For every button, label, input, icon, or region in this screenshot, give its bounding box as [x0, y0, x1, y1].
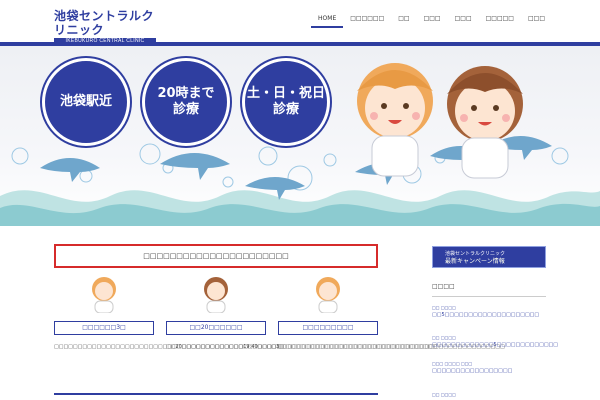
nurse-icon: [316, 277, 340, 314]
news-divider: [432, 296, 546, 297]
nav-item-2[interactable]: □□□□□□: [343, 12, 391, 28]
news-link[interactable]: □□5□□□□□□□□□□□□□□□□□□□□: [432, 311, 550, 319]
nurse-left-illustration: [357, 63, 433, 177]
nurse-icon: [92, 277, 116, 314]
feature-card: □□20□□□□□□ □□20□□□□□□□□□□□□□19:40□□□□□□□…: [166, 275, 438, 352]
feature-title[interactable]: □□□□□□3□: [54, 321, 154, 335]
hero-banner: 池袋駅近 20時まで 診療 土・日・祝日 診療: [0, 46, 600, 226]
campaign-title: 最新キャンペーン情報: [445, 258, 505, 265]
news-item: □□□ □□□□ □□□ □□□□□□□□□□□□□□□□□: [432, 361, 550, 375]
news-date: □□ □□□□: [432, 392, 456, 397]
circle-hours-line2: 診療: [172, 102, 199, 117]
feature-card: □□□□□□3□ □□□□□□□□□□□□□□□□□□□□□□□□□□□□□□□…: [54, 275, 284, 352]
nav-item-7[interactable]: □□□: [521, 12, 552, 28]
nurse-right-illustration: [447, 66, 523, 179]
campaign-clinic-name: 池袋セントラルクリニック: [445, 251, 506, 257]
circle-hours-line1: 20時まで: [157, 86, 215, 101]
site-header: 池袋セントラルクリニック IKEBUKURO CENTRAL CLINIC HO…: [0, 0, 600, 45]
site-logo[interactable]: 池袋セントラルクリニック IKEBUKURO CENTRAL CLINIC: [54, 9, 156, 45]
feature-text: □□□□□□□□□□□□□□□□□□□□□□□□□□□□□□□□□□□□□□□□…: [278, 344, 505, 350]
logo-text-jp: 池袋セントラルクリニック: [54, 9, 155, 37]
campaign-banner[interactable]: 池袋セントラルクリニック 最新キャンペーン情報: [432, 246, 546, 268]
news-link[interactable]: □□□□□□□□□□□□□5□□□□□□□□□□□□□: [432, 341, 558, 349]
content-divider: [54, 393, 378, 395]
circle-holidays-line2: 診療: [272, 102, 299, 117]
news-item: □□ □□□□: [432, 392, 550, 398]
feature-title[interactable]: □□20□□□□□□: [166, 321, 266, 335]
main-nav: HOME □□□□□□ □□ □□□ □□□ □□□□□ □□□: [311, 12, 552, 28]
notice-banner[interactable]: □□□□□□□□□□□□□□□□□□□□□□: [54, 244, 378, 268]
feature-circle-holidays: 土・日・祝日 診療: [242, 58, 330, 146]
news-item: □□ □□□□ □□□□□□□□□□□□□5□□□□□□□□□□□□□: [432, 335, 558, 349]
nav-item-4[interactable]: □□□: [417, 12, 448, 28]
news-heading: □□□□: [432, 283, 455, 290]
feature-card: □□□□□□□□□ □□□□□□□□□□□□□□□□□□□□□□□□□□□□□□…: [278, 275, 505, 352]
news-link[interactable]: □□□□□□□□□□□□□□□□□: [432, 367, 550, 375]
nav-home[interactable]: HOME: [311, 12, 344, 28]
feature-circle-hours: 20時まで 診療: [142, 58, 230, 146]
feature-text: □□□□□□□□□□□□□□□□□□□□□□□□□□□□□□□□□□□□□□□□…: [54, 344, 284, 350]
circle-holidays-line1: 土・日・祝日: [246, 86, 325, 101]
feature-circle-station: 池袋駅近: [42, 58, 130, 146]
nurse-icon: [204, 277, 228, 314]
nav-item-3[interactable]: □□: [391, 12, 416, 28]
nav-item-6[interactable]: □□□□□: [479, 12, 521, 28]
feature-text: □□20□□□□□□□□□□□□□19:40□□□□□□□□□□□□□□□□□□…: [166, 344, 438, 350]
circle-station-text: 池袋駅近: [59, 94, 112, 109]
nav-item-5[interactable]: □□□: [448, 12, 479, 28]
news-item: □□ □□□□ □□5□□□□□□□□□□□□□□□□□□□□: [432, 305, 550, 319]
feature-title[interactable]: □□□□□□□□□: [278, 321, 378, 335]
